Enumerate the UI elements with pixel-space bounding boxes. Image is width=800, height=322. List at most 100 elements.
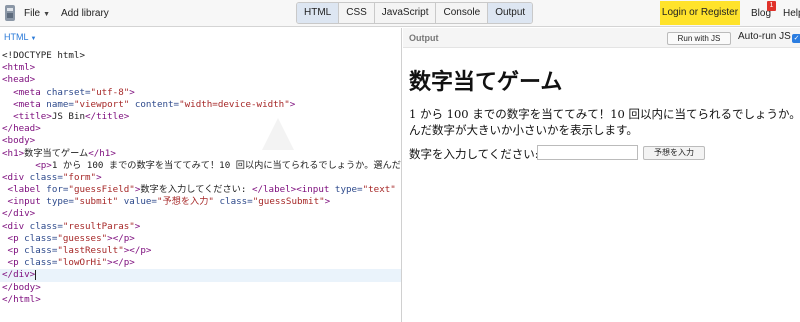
code-token: 1 から 100 までの数字を当ててみて！10 回以内に当てられるでしょうか。選… [51,159,401,171]
code-token: <label [7,184,47,196]
editor-language-selector[interactable]: HTML ▼ [4,32,36,42]
code-line[interactable]: <body> [0,135,401,147]
code-token: <title> [13,110,52,122]
code-line[interactable]: <input type="submit" value="予想を入力" class… [0,196,401,208]
notification-badge: 1 [767,1,776,11]
instructions-paragraph: 1 から 100 までの数字を当ててみて！10 回以内に当てられるでしょうか。選… [409,107,800,137]
output-panel: Output Run with JS Auto-run JS ✓ 数字当てゲーム… [403,28,800,322]
code-token: <p [7,245,25,256]
code-line[interactable]: </div> [0,208,401,220]
code-line[interactable]: <meta name="viewport" content="width=dev… [0,98,401,111]
code-line[interactable]: <html> [0,62,401,74]
code-line[interactable]: <div class="resultParas"> [0,220,401,233]
code-token: <html> [2,62,36,74]
html-editor-panel[interactable]: HTML ▼ <!DOCTYPE html> <html> <head> <meta … [0,28,402,322]
code-token: JS Bin [51,110,86,122]
code-token: <meta [13,98,47,110]
code-line[interactable]: <p>1 から 100 までの数字を当ててみて！10 回以内に当てられるでしょう… [0,159,401,172]
code-token: <p> [35,159,52,171]
output-header: Output Run with JS Auto-run JS ✓ [403,28,800,48]
code-line[interactable]: </head> [0,123,401,135]
code-token: 数字を入力してください: [140,184,252,196]
code-token: > [96,171,102,183]
code-token: ></p> [107,232,135,244]
code-token: "text" [362,184,396,196]
code-line[interactable]: </html> [0,293,401,306]
login-register-button[interactable]: Login or Register [660,1,740,25]
code-token: <h1> [2,147,25,159]
chevron-down-icon: ▼ [30,36,37,42]
code-token: <div [2,171,30,183]
code-line[interactable]: <p class="lowOrHi"></p> [0,257,401,269]
code-token: <meta [13,86,47,98]
page-title: 数字当てゲーム [409,70,563,95]
code-token: value= [123,196,157,208]
tab-output[interactable]: Output [488,3,533,23]
code-token: </title> [85,110,130,122]
code-token: ></p> [123,245,152,256]
code-token: class= [24,257,58,269]
code-token: "form" [62,171,97,183]
code-token: <!DOCTYPE html> [2,50,85,61]
add-library-button[interactable]: Add library [61,0,109,27]
code-line[interactable]: <!DOCTYPE html> [0,50,401,62]
tab-console[interactable]: Console [436,3,489,23]
guess-submit-button[interactable]: 予想を入力 [643,146,705,160]
text-cursor [35,269,37,280]
code-line[interactable]: <div class="form"> [0,171,401,184]
code-token: type= [46,196,74,208]
code-token: name= [46,98,74,110]
code-token: <body> [2,135,36,147]
code-token: class= [24,232,58,244]
code-line[interactable]: <meta charset="utf-8"> [0,86,401,99]
code-line[interactable]: <p class="guesses"></p> [0,232,401,245]
code-area[interactable]: <!DOCTYPE html> <html> <head> <meta charse… [0,50,401,306]
code-line[interactable]: <head> [0,74,401,86]
editor-language-label: HTML [4,32,29,42]
code-line[interactable]: <label for="guessField">数字を入力してください: </l… [0,184,401,196]
autorun-label: Auto-run JS [738,31,791,42]
file-menu[interactable]: File ▼ [24,0,50,27]
tab-javascript[interactable]: JavaScript [374,3,437,23]
code-token: charset= [46,86,91,98]
code-token: </html> [2,293,41,305]
code-line[interactable]: <p class="lastResult"></p> [0,245,401,257]
code-token: ></p> [107,257,135,269]
code-token: "lowOrHi" [57,257,108,269]
code-token: "submit" [73,196,119,208]
code-token: </body> [2,281,41,293]
code-token: "予想を入力" [156,196,214,208]
code-token: </div> [2,208,36,220]
autorun-checkbox[interactable]: ✓ [792,34,800,43]
code-token: > [129,86,135,98]
code-token: "viewport" [73,98,130,110]
jsbin-logo-icon[interactable] [4,4,16,22]
code-token: class= [24,245,58,256]
top-toolbar: File ▼ Add library HTML CSS JavaScript Co… [0,0,800,27]
code-token: <p [7,232,25,244]
code-token: 数字当てゲーム [24,147,89,159]
file-menu-label: File [24,8,41,19]
code-token: "lastResult" [57,245,124,256]
tab-css[interactable]: CSS [339,3,375,23]
code-token: class= [219,196,253,208]
help-link[interactable]: Help [783,0,800,27]
code-token: class= [29,220,63,232]
code-token: <p [7,257,25,269]
code-line[interactable]: </div> [0,269,401,282]
code-token: </h1> [88,147,116,159]
run-with-js-button[interactable]: Run with JS [667,32,731,45]
code-token: "resultParas" [62,220,135,232]
code-line[interactable]: </body> [0,281,401,294]
code-line[interactable]: <title>JS Bin</title> [0,110,401,123]
code-token: "guesses" [57,232,108,244]
code-token: content= [134,98,180,110]
code-line[interactable]: <h1>数字当てゲーム</h1> [0,147,401,160]
panel-tabs: HTML CSS JavaScript Console Output [296,2,534,24]
tab-html[interactable]: HTML [297,3,340,23]
guess-input[interactable] [537,145,638,160]
